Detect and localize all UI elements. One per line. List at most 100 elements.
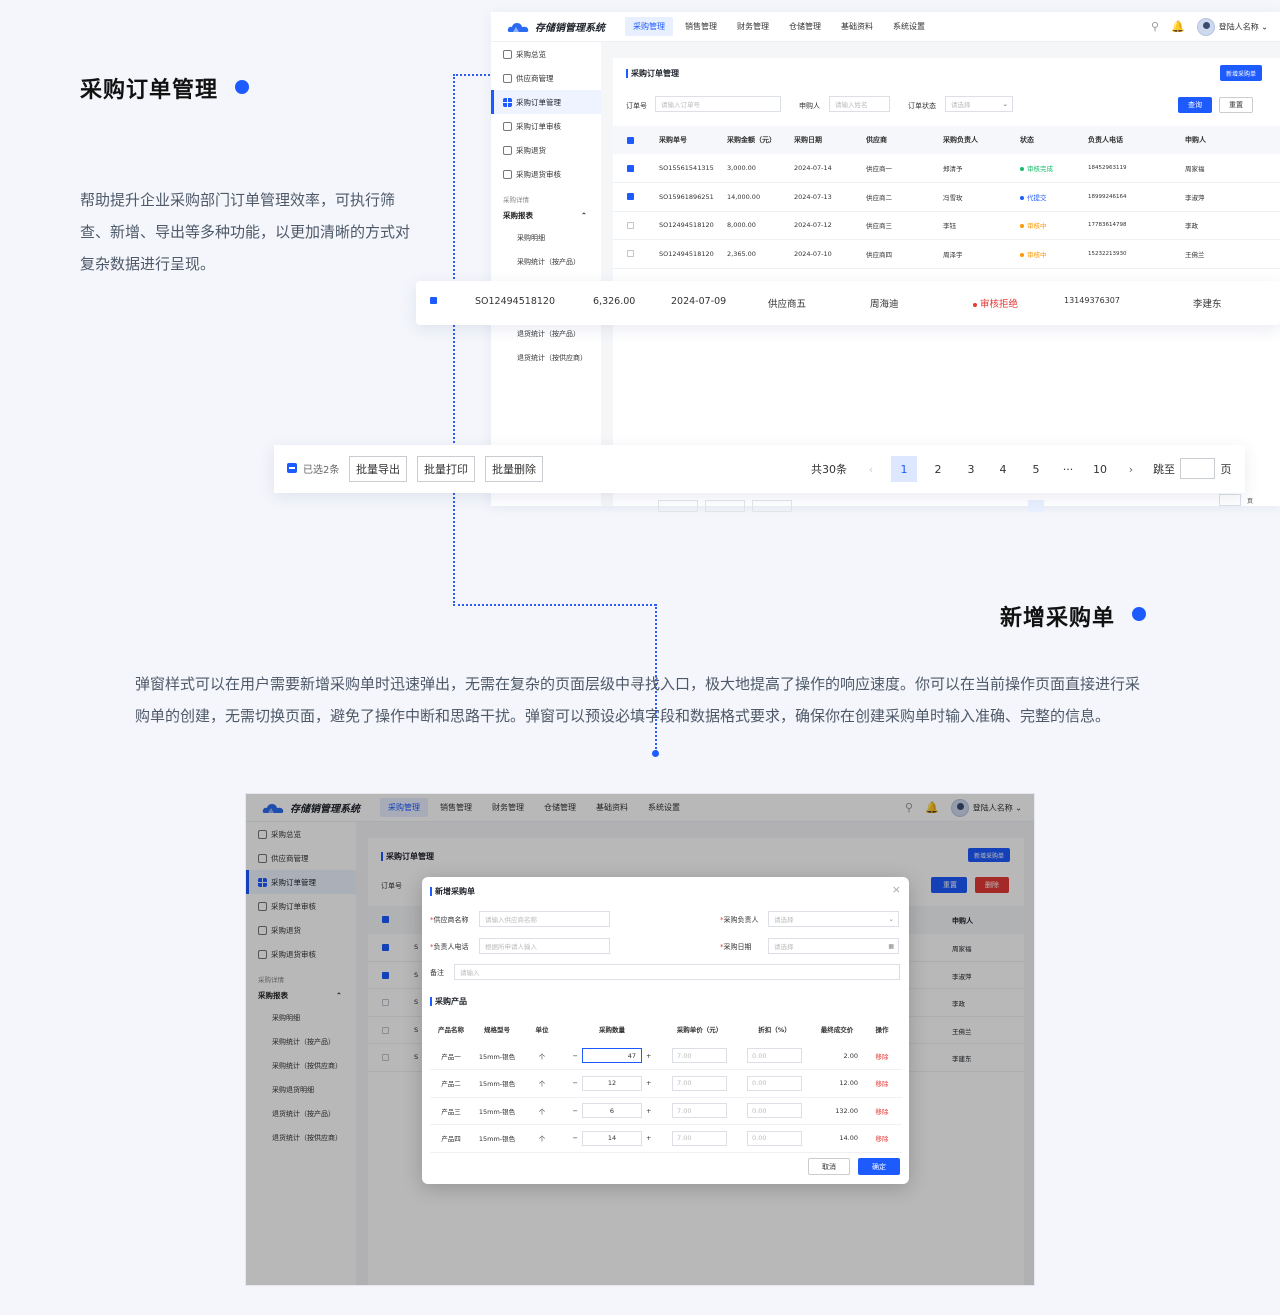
menu-sales[interactable]: 销售管理 bbox=[677, 17, 725, 36]
note-input[interactable]: 请输入 bbox=[454, 964, 900, 980]
table-row[interactable]: SO15561541315 3,000.00 2024-07-14 供应商一 郑清予 审核… bbox=[613, 154, 1280, 183]
menu-settings[interactable]: 系统设置 bbox=[885, 17, 933, 36]
price-input[interactable]: 7.00 bbox=[672, 1130, 727, 1146]
page-button[interactable]: 5 bbox=[1023, 456, 1049, 482]
applicant-input[interactable]: 请输入姓名 bbox=[829, 96, 890, 112]
bulk-print-button[interactable]: 批量打印 bbox=[417, 456, 475, 482]
order-no-input[interactable]: 请输入订单号 bbox=[655, 96, 781, 112]
quantity-input[interactable]: 12 bbox=[582, 1075, 642, 1091]
note-label: 备注 bbox=[430, 969, 444, 977]
jump-input[interactable] bbox=[1180, 458, 1215, 479]
bulk-delete-button[interactable]: 批量删除 bbox=[485, 456, 543, 482]
status-select[interactable]: 请选择 ⌄ bbox=[945, 96, 1013, 112]
file-check-icon bbox=[503, 169, 512, 179]
sidebar-item-suppliers[interactable]: 供应商管理 bbox=[491, 66, 601, 90]
highlighted-row[interactable]: SO12494518120 6,326.00 2024-07-09 供应商五 周… bbox=[416, 281, 1280, 325]
minus-icon[interactable]: − bbox=[573, 1052, 578, 1060]
discount-input[interactable]: 0.00 bbox=[747, 1130, 802, 1146]
document-icon bbox=[503, 145, 512, 155]
app-window-1: 存储销管理系统 采购管理 销售管理 财务管理 仓储管理 基础资料 系统设置 ⚲ … bbox=[491, 12, 1280, 512]
quantity-input[interactable]: 47 bbox=[582, 1048, 642, 1063]
sidebar-sub-return-supplier[interactable]: 退货统计（按供应商） bbox=[491, 346, 601, 370]
sidebar-group-label: 采购详情 bbox=[503, 196, 529, 204]
page-button[interactable]: 1 bbox=[891, 456, 917, 482]
col-product-name: 产品名称 bbox=[438, 1026, 464, 1034]
indeterminate-checkbox[interactable] bbox=[287, 463, 297, 473]
price-input[interactable]: 7.00 bbox=[672, 1075, 727, 1091]
select-all-checkbox[interactable] bbox=[627, 136, 634, 144]
quantity-stepper: −6 + bbox=[573, 1103, 651, 1119]
product-row: 产品一 15mm-银色个 −47 +7.00 0.00 2.00 移除 bbox=[430, 1042, 902, 1070]
chevron-down-icon: ⌄ bbox=[1002, 100, 1008, 108]
cell-unit: 个 bbox=[522, 1124, 562, 1153]
bell-icon[interactable]: 🔔 bbox=[1171, 20, 1185, 33]
prev-page-icon[interactable]: ‹ bbox=[862, 456, 880, 482]
search-icon[interactable]: ⚲ bbox=[1151, 20, 1159, 33]
page-button[interactable]: 4 bbox=[990, 456, 1016, 482]
sidebar-item-returns[interactable]: 采购退货 bbox=[491, 138, 601, 162]
close-icon[interactable]: × bbox=[892, 883, 901, 896]
plus-icon[interactable]: + bbox=[646, 1134, 651, 1142]
top-bar: 存储销管理系统 采购管理 销售管理 财务管理 仓储管理 基础资料 系统设置 ⚲ … bbox=[491, 12, 1280, 42]
reset-button[interactable]: 重置 bbox=[1219, 97, 1253, 113]
page-ellipsis[interactable]: ··· bbox=[1055, 456, 1081, 482]
table-row[interactable]: SO12494518120 2,365.00 2024-07-10 供应商四 周泽宇 审核… bbox=[613, 239, 1280, 269]
bulk-export-button[interactable]: 批量导出 bbox=[349, 456, 407, 482]
page-button[interactable]: 10 bbox=[1087, 456, 1113, 482]
main-menu: 采购管理 销售管理 财务管理 仓储管理 基础资料 系统设置 bbox=[625, 17, 933, 36]
minus-icon[interactable]: − bbox=[573, 1079, 578, 1087]
query-button[interactable]: 查询 bbox=[1178, 97, 1212, 113]
phone-input[interactable]: 根据所申请人输入 bbox=[479, 938, 610, 954]
discount-input[interactable]: 0.00 bbox=[747, 1075, 802, 1091]
cancel-button[interactable]: 取消 bbox=[808, 1158, 850, 1175]
quantity-input[interactable]: 6 bbox=[582, 1103, 642, 1119]
plus-icon[interactable]: + bbox=[646, 1107, 651, 1115]
plus-icon[interactable]: + bbox=[646, 1079, 651, 1087]
sidebar-item-overview[interactable]: 采购总览 bbox=[491, 42, 601, 66]
sidebar-sub-return-product[interactable]: 退货统计（按产品） bbox=[491, 322, 601, 346]
minus-icon[interactable]: − bbox=[573, 1107, 578, 1115]
row-checkbox[interactable] bbox=[627, 193, 634, 201]
row-checkbox[interactable] bbox=[627, 221, 634, 229]
row-checkbox[interactable] bbox=[430, 297, 437, 304]
col-date: 采购日期 bbox=[794, 126, 866, 154]
date-picker[interactable]: 请选择 ▦ bbox=[768, 938, 899, 954]
section1-dot bbox=[235, 80, 249, 94]
supplier-input[interactable]: 请输入供应商名称 bbox=[479, 911, 610, 927]
user-menu[interactable]: 登陆人名称 ⌄ bbox=[1196, 17, 1268, 36]
discount-input[interactable]: 0.00 bbox=[747, 1103, 802, 1119]
sidebar-item-return-review[interactable]: 采购退货审核 bbox=[491, 162, 601, 186]
status-badge: 审核拒绝 bbox=[973, 296, 1018, 310]
quantity-stepper: −14 + bbox=[573, 1130, 651, 1146]
menu-basic[interactable]: 基础资料 bbox=[833, 17, 881, 36]
plus-icon[interactable]: + bbox=[646, 1052, 651, 1060]
confirm-button[interactable]: 确定 bbox=[858, 1158, 900, 1175]
minus-icon[interactable]: − bbox=[573, 1134, 578, 1142]
row-checkbox[interactable] bbox=[627, 250, 634, 258]
remove-link[interactable]: 移除 bbox=[862, 1124, 902, 1153]
row-checkbox[interactable] bbox=[627, 164, 634, 172]
price-input[interactable]: 7.00 bbox=[672, 1103, 727, 1119]
table-row[interactable]: SO15961896251 14,000.00 2024-07-13 供应商二 冯雪玫代… bbox=[613, 182, 1280, 212]
menu-warehouse[interactable]: 仓储管理 bbox=[781, 17, 829, 36]
menu-finance[interactable]: 财务管理 bbox=[729, 17, 777, 36]
owner-select[interactable]: 请选择 ⌄ bbox=[768, 911, 899, 927]
new-order-button[interactable]: 新增采购单 bbox=[1220, 65, 1262, 81]
quantity-input[interactable]: 14 bbox=[582, 1130, 642, 1146]
next-page-icon[interactable]: › bbox=[1122, 456, 1140, 482]
page-button[interactable]: 2 bbox=[925, 456, 951, 482]
remove-link[interactable]: 移除 bbox=[862, 1097, 902, 1125]
sidebar-sub-stat-product[interactable]: 采购统计（按产品） bbox=[491, 250, 601, 274]
remove-link[interactable]: 移除 bbox=[862, 1069, 902, 1098]
table-row[interactable]: SO12494518120 8,000.00 2024-07-12 供应商三 李钰 审核中… bbox=[613, 211, 1280, 240]
price-input[interactable]: 7.00 bbox=[672, 1048, 727, 1063]
menu-purchase[interactable]: 采购管理 bbox=[625, 17, 673, 36]
remove-link[interactable]: 移除 bbox=[862, 1042, 902, 1070]
discount-input[interactable]: 0.00 bbox=[747, 1048, 802, 1063]
bulk-action-bar: 已选2条 批量导出 批量打印 批量删除 共30条 ‹ 1 2 3 4 5 ··· 10 › … bbox=[274, 445, 1245, 493]
page-button[interactable]: 3 bbox=[958, 456, 984, 482]
sidebar-item-report[interactable]: 采购报表 ⌃ bbox=[491, 204, 601, 226]
sidebar-item-order-review[interactable]: 采购订单审核 bbox=[491, 114, 601, 138]
sidebar-item-orders[interactable]: 采购订单管理 bbox=[491, 90, 601, 114]
sidebar-sub-detail[interactable]: 采购明细 bbox=[491, 226, 601, 250]
